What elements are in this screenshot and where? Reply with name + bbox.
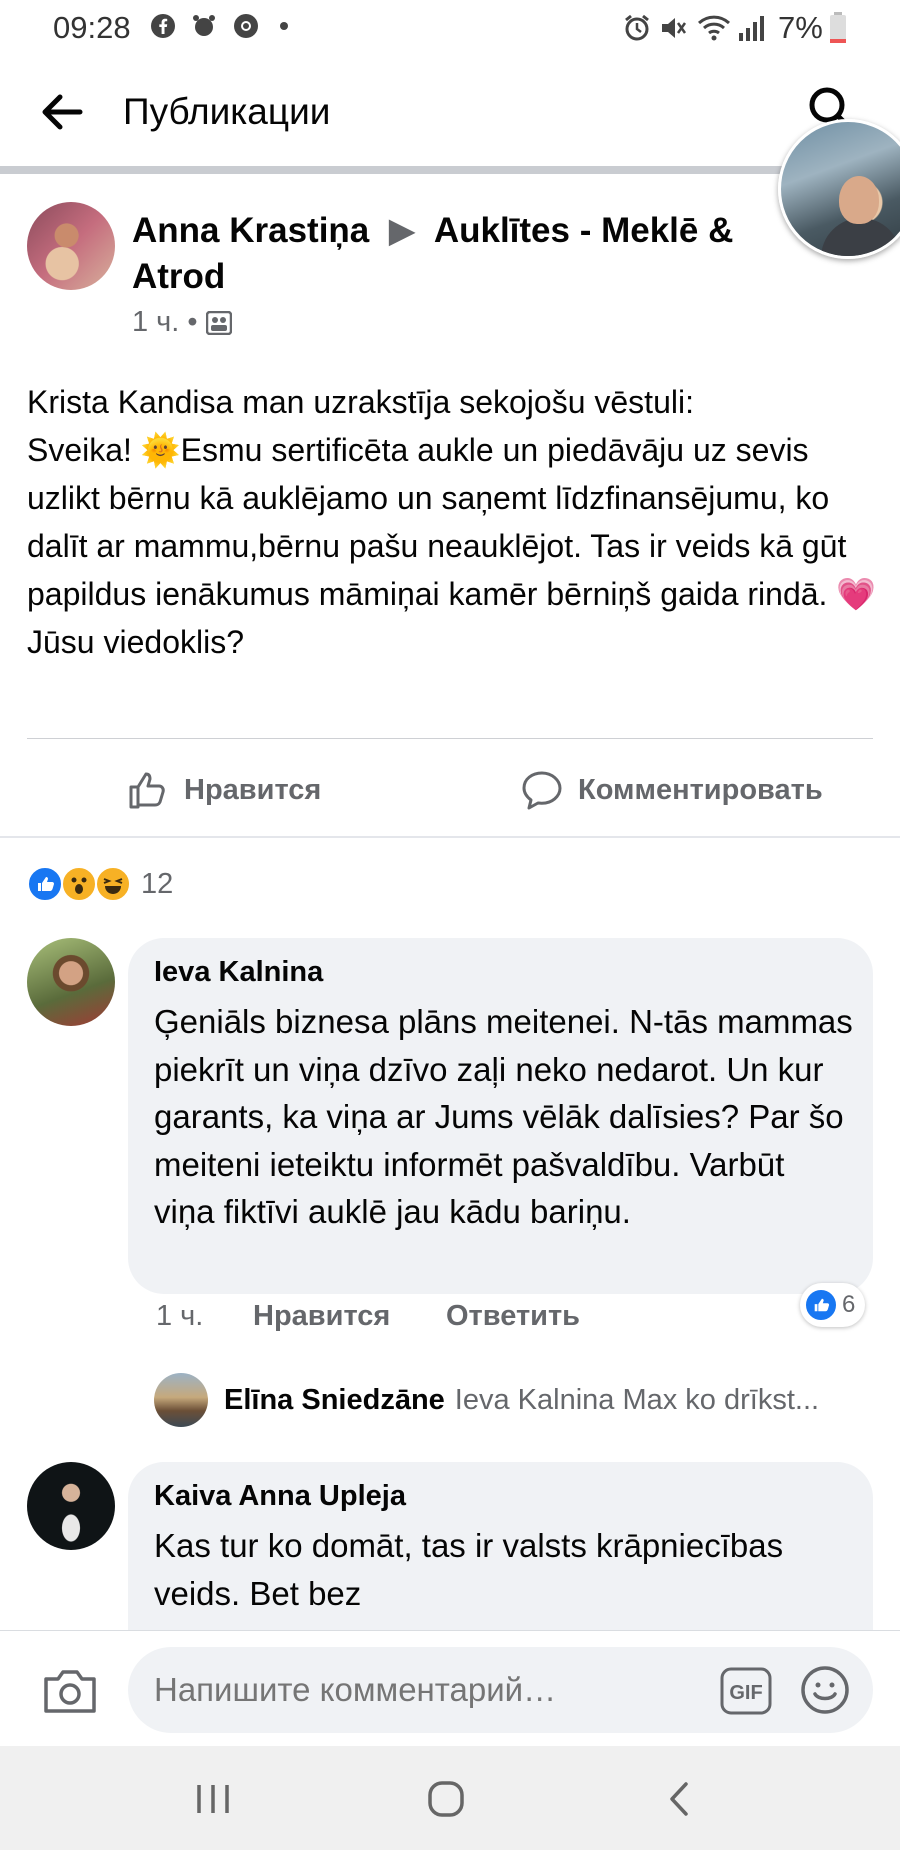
- home-icon[interactable]: [426, 1779, 466, 1819]
- signal-icon: [739, 16, 764, 41]
- post-author-name[interactable]: Anna Krastiņa: [132, 211, 369, 250]
- smiley-icon[interactable]: [800, 1665, 850, 1715]
- meta-separator: •: [187, 306, 198, 338]
- reactions-summary[interactable]: 12: [27, 866, 173, 902]
- page-title: Публикации: [123, 91, 331, 132]
- comment-text: Ģeniāls biznesa plāns meitenei. N-tās ma…: [154, 1003, 853, 1230]
- commenter-avatar[interactable]: [27, 1462, 115, 1550]
- comment-reaction-count: 6: [842, 1291, 856, 1318]
- divider: [27, 738, 873, 739]
- reply-author: Elīna Sniedzāne: [224, 1383, 445, 1416]
- nav-back-icon[interactable]: [664, 1780, 694, 1818]
- comment-composer: GIF: [0, 1630, 900, 1746]
- alarm-status-icon: [625, 14, 649, 41]
- status-time: 09:28: [53, 10, 131, 45]
- recent-apps-icon[interactable]: [193, 1782, 233, 1816]
- gif-label: GIF: [729, 1682, 762, 1704]
- comment-button[interactable]: Комментировать: [520, 764, 823, 816]
- mute-icon: [662, 18, 687, 38]
- like-button[interactable]: Нравится: [126, 764, 321, 816]
- comment-author[interactable]: Kaiva Anna Upleja: [154, 1480, 406, 1513]
- like-reaction-icon: [804, 1288, 838, 1322]
- battery-percent: 7%: [778, 10, 823, 45]
- haha-reaction-icon: [95, 866, 131, 902]
- post-author-line: Anna Krastiņa ▶ Auklītes - Meklē & Atrod: [132, 208, 772, 300]
- comment-reply-button[interactable]: Ответить: [446, 1300, 580, 1333]
- comment-text: Kas tur ko domāt, tas ir valsts krāpniec…: [154, 1527, 784, 1612]
- status-bar: 09:28 7%: [0, 0, 900, 58]
- post-body-text: Krista Kandisa man uzrakstīja sekojošu v…: [27, 384, 877, 660]
- gif-icon[interactable]: GIF: [720, 1667, 772, 1715]
- wifi-icon: [697, 15, 731, 41]
- like-reaction-icon: [27, 866, 63, 902]
- group-audience-icon: [205, 310, 232, 335]
- comment-reactions[interactable]: 6: [800, 1283, 866, 1327]
- facebook-notification-icon: [151, 14, 175, 38]
- camera-icon[interactable]: [42, 1667, 98, 1715]
- reaction-count: 12: [141, 867, 174, 900]
- shared-to-arrow-icon: ▶: [379, 211, 426, 250]
- divider: [0, 166, 900, 174]
- arrow-left-icon[interactable]: [38, 88, 86, 136]
- divider: [0, 836, 900, 838]
- commenter-avatar[interactable]: [27, 938, 115, 1026]
- speech-bubble-icon: [522, 771, 562, 810]
- reply-preview[interactable]: Elīna Sniedzāne Ieva Kalnina Max ko drīk…: [154, 1373, 874, 1427]
- chat-head-bubble[interactable]: [778, 119, 900, 259]
- chrome-notification-icon: [234, 14, 258, 38]
- comment-like-button[interactable]: Нравится: [253, 1300, 390, 1333]
- comment-time[interactable]: 1 ч.: [156, 1300, 203, 1333]
- wow-reaction-icon: [61, 866, 97, 902]
- thumbs-up-icon: [129, 772, 165, 809]
- system-nav-bar: [0, 1746, 900, 1850]
- post-time[interactable]: 1 ч.: [132, 306, 179, 339]
- comment-label: Комментировать: [578, 773, 823, 806]
- comment-author[interactable]: Ieva Kalnina: [154, 956, 323, 989]
- alarm-notification-icon: [193, 15, 215, 36]
- more-notifications-dot-icon: [280, 22, 288, 30]
- top-app-bar: Публикации: [0, 58, 900, 166]
- post-author-avatar[interactable]: [27, 202, 115, 290]
- comment-bubble: Ieva Kalnina Ģeniāls biznesa plāns meite…: [128, 938, 873, 1294]
- reply-text: Ieva Kalnina Max ko drīkst...: [454, 1383, 820, 1416]
- reply-author-avatar: [154, 1373, 208, 1427]
- post-meta: 1 ч. •: [132, 306, 232, 339]
- battery-icon: [830, 12, 846, 43]
- like-label: Нравится: [184, 773, 322, 806]
